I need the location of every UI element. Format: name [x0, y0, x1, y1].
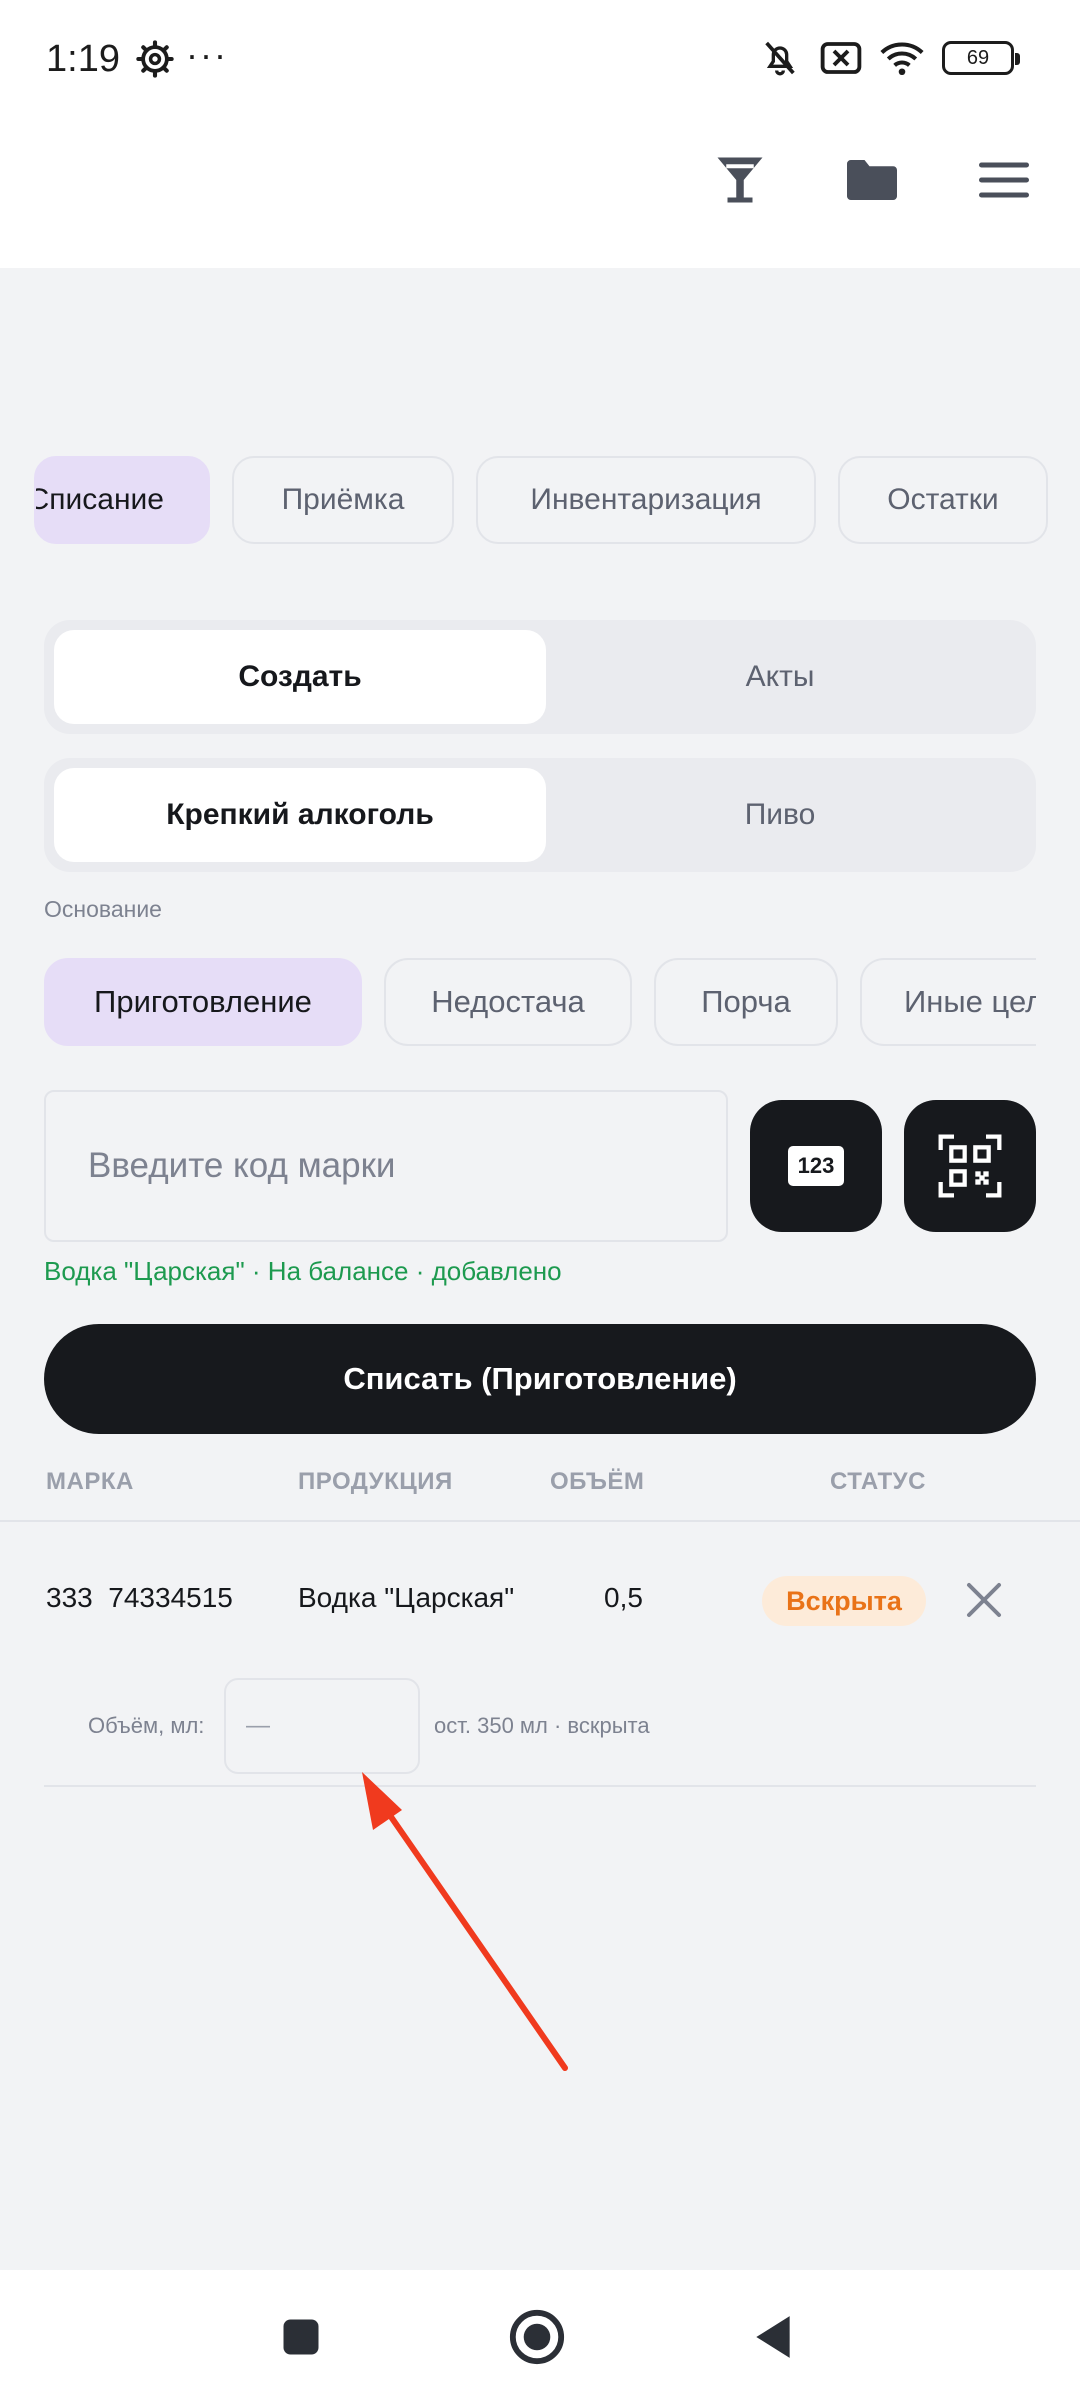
qr-scan-button[interactable] — [904, 1100, 1036, 1232]
reason-label: Основание — [44, 896, 162, 922]
recents-square-icon — [283, 2319, 319, 2355]
numeric-keypad-icon: 123 — [788, 1146, 844, 1186]
column-header-product: ПРОДУКЦИЯ — [298, 1468, 453, 1495]
gear-icon — [136, 40, 174, 78]
home-circle-icon — [509, 2309, 565, 2365]
wifi-icon — [880, 42, 924, 76]
column-header-status: СТАТУС — [830, 1468, 926, 1495]
volume-ml-label: Объём, мл: — [88, 1713, 205, 1738]
strong-alcohol-toggle-button[interactable]: Крепкий алкоголь — [54, 768, 546, 862]
write-off-button[interactable]: Списать (Приготовление) — [44, 1324, 1036, 1434]
scan-status-message: Водка "Царская" · На балансе · добавлено — [44, 1256, 562, 1286]
battery-icon: 69 — [942, 41, 1020, 75]
mode-toggle: Создать Акты — [44, 620, 1036, 734]
row-divider — [44, 1785, 1036, 1787]
acts-toggle-button[interactable]: Акты — [534, 630, 1026, 724]
qr-code-icon — [938, 1134, 1002, 1198]
battery-level: 69 — [966, 46, 990, 69]
reason-chip-shortage[interactable]: Недостача — [384, 958, 632, 1046]
reason-chip-spoilage[interactable]: Порча — [654, 958, 838, 1046]
home-button[interactable] — [502, 2302, 572, 2372]
menu-icon[interactable] — [974, 150, 1034, 210]
status-badge: Вскрыта — [762, 1576, 926, 1626]
no-sim-icon — [820, 42, 862, 74]
create-toggle-button[interactable]: Создать — [54, 630, 546, 724]
more-notifications-icon: ··· — [186, 34, 228, 75]
back-button[interactable] — [738, 2302, 808, 2372]
column-header-mark: МАРКА — [46, 1468, 134, 1495]
muted-bell-icon — [765, 41, 795, 76]
folder-icon[interactable] — [842, 150, 902, 210]
table-header-divider — [0, 1520, 1080, 1522]
beer-toggle-button[interactable]: Пиво — [534, 768, 1026, 862]
column-header-volume: ОБЪЁМ — [550, 1468, 645, 1495]
volume-ml-input[interactable] — [224, 1678, 420, 1774]
cocktail-glass-icon[interactable] — [710, 150, 770, 210]
tab-receiving[interactable]: Приёмка — [232, 456, 454, 544]
mark-code-input[interactable] — [44, 1090, 728, 1242]
remaining-volume-note: ост. 350 мл · вскрыта — [434, 1713, 650, 1738]
reason-chip-cooking[interactable]: Приготовление — [44, 958, 362, 1046]
tab-write-off[interactable]: Списание — [34, 456, 210, 544]
status-icons: 69 — [758, 38, 1020, 78]
tab-stock[interactable]: Остатки — [838, 456, 1048, 544]
row-mark-code: 333 74334515 — [46, 1582, 233, 1613]
keypad-button[interactable]: 123 — [750, 1100, 882, 1232]
tab-inventory[interactable]: Инвентаризация — [476, 456, 816, 544]
category-toggle: Крепкий алкоголь Пиво — [44, 758, 1036, 872]
status-time: 1:19 — [46, 38, 120, 80]
row-product-name: Водка "Царская" — [298, 1582, 515, 1613]
row-volume: 0,5 — [604, 1582, 643, 1613]
recents-button[interactable] — [266, 2302, 336, 2372]
close-icon[interactable] — [964, 1580, 1004, 1620]
reason-chip-other[interactable]: Иные цел — [860, 958, 1036, 1046]
back-triangle-icon — [756, 2316, 790, 2358]
